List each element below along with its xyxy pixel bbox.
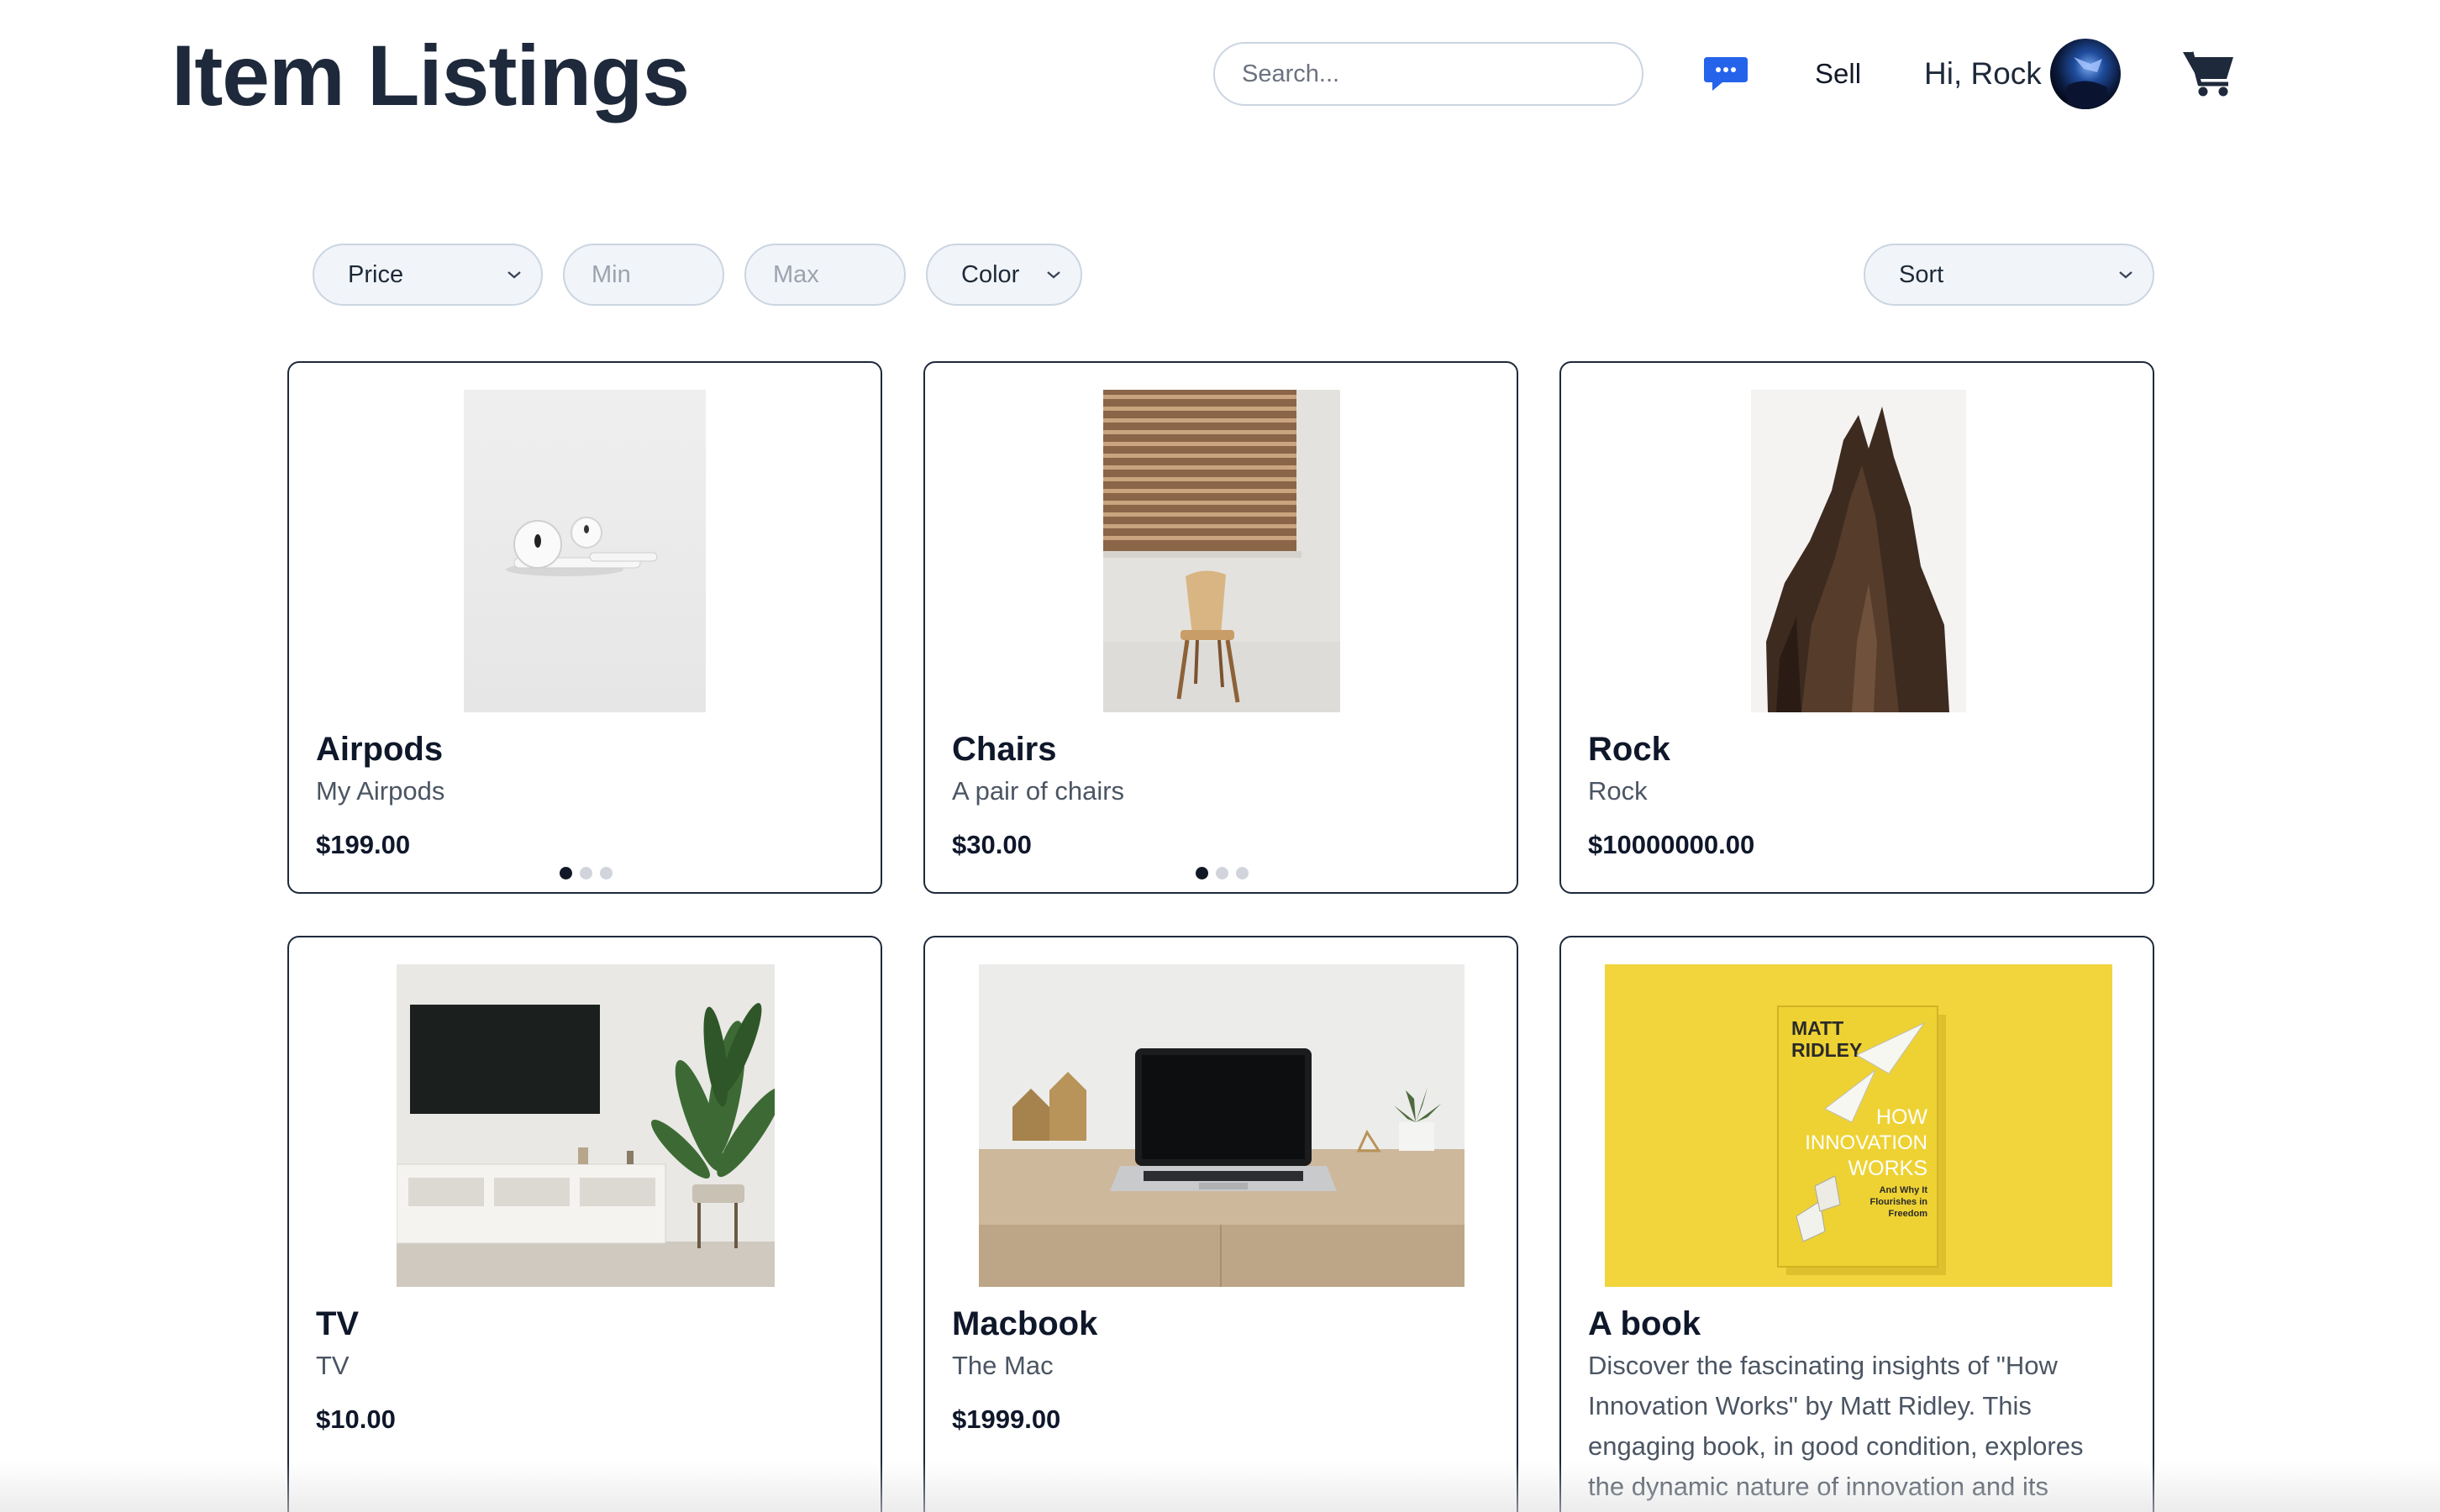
listing-description: Rock [1588,776,1648,806]
listing-card-chairs[interactable]: Chairs A pair of chairs $30.00 [923,361,1518,894]
listing-description: A pair of chairs [952,776,1125,806]
listing-image [464,390,706,712]
listing-image [1751,390,1966,712]
airpods-photo [464,390,706,712]
color-select-label: Color [961,261,1020,288]
chevron-down-icon [1047,271,1060,279]
shopping-cart-icon [2183,51,2233,97]
listing-price: $199.00 [316,830,411,859]
book-photo: MATT RIDLEY HOW INNOVATION WORKS And Why… [1605,964,2112,1287]
listing-card-tv[interactable]: TV TV $10.00 [287,936,882,1512]
listing-card-rock[interactable]: Rock Rock $10000000.00 [1559,361,2154,894]
carousel-dot[interactable] [580,867,592,879]
listing-title: Rock [1588,731,1670,768]
tv-photo [397,964,775,1287]
listing-price: $30.00 [952,830,1032,859]
listing-price: $10.00 [316,1404,396,1434]
listing-description: TV [316,1351,350,1380]
chevron-down-icon [2119,271,2132,279]
book-subtitle-line1: And Why It [1880,1185,1928,1195]
book-subtitle-line2: Flourishes in [1870,1197,1928,1207]
listing-image [1103,390,1340,712]
price-select-label: Price [348,261,404,288]
listing-image: MATT RIDLEY HOW INNOVATION WORKS And Why… [1605,964,2112,1287]
carousel-dot[interactable] [600,867,613,879]
messages-button[interactable] [1701,52,1751,96]
cart-button[interactable] [2181,47,2237,99]
carousel-dot[interactable] [1196,867,1208,879]
max-price-input[interactable] [744,244,906,306]
sort-select[interactable]: Sort [1864,244,2154,306]
image-carousel-dots [560,867,613,880]
listing-image [979,964,1465,1287]
listing-card-airpods[interactable]: Airpods My Airpods $199.00 [287,361,882,894]
chevron-down-icon [507,271,521,279]
avatar[interactable] [2050,39,2121,109]
listing-price: $10000000.00 [1588,830,1755,859]
listing-card-macbook[interactable]: Macbook The Mac $1999.00 [923,936,1518,1512]
listing-description: My Airpods [316,776,445,806]
book-title-line1: HOW [1876,1105,1928,1129]
macbook-photo [979,964,1465,1287]
listing-image [397,964,775,1287]
book-title-line3: WORKS [1848,1157,1927,1180]
search-input[interactable] [1213,42,1643,106]
book-author-line2: RIDLEY [1791,1039,1862,1061]
rock-photo [1751,390,1966,712]
sell-link[interactable]: Sell [1815,54,1861,94]
listing-description: Discover the fascinating insights of "Ho… [1588,1351,2084,1501]
carousel-dot[interactable] [1216,867,1228,879]
listing-title: TV [316,1305,360,1342]
book-subtitle-line3: Freedom [1889,1209,1928,1219]
chair-photo [1103,390,1340,712]
listing-title: A book [1588,1305,1701,1342]
carousel-dot[interactable] [1236,867,1249,879]
chat-bubble-icon [1704,57,1748,91]
listing-description: The Mac [952,1351,1054,1380]
color-select[interactable]: Color [926,244,1082,306]
book-author-line1: MATT [1791,1017,1843,1039]
image-carousel-dots [1196,867,1249,880]
user-greeting: Hi, Rock [1924,56,2042,91]
listing-title: Airpods [316,731,444,768]
listing-title: Macbook [952,1305,1098,1342]
listing-card-book[interactable]: MATT RIDLEY HOW INNOVATION WORKS And Why… [1559,936,2154,1512]
page-title: Item Listings [171,28,690,123]
book-title-line2: INNOVATION [1805,1131,1927,1154]
carousel-dot[interactable] [560,867,572,879]
header: Item Listings Sell Hi, Rock [0,0,2440,151]
listing-price: $1999.00 [952,1404,1061,1434]
sort-select-label: Sort [1899,261,1944,288]
listing-title: Chairs [952,731,1057,768]
min-price-input[interactable] [563,244,724,306]
avatar-image [2050,39,2121,109]
price-select[interactable]: Price [313,244,543,306]
page: Item Listings Sell Hi, Rock [0,0,2440,1512]
